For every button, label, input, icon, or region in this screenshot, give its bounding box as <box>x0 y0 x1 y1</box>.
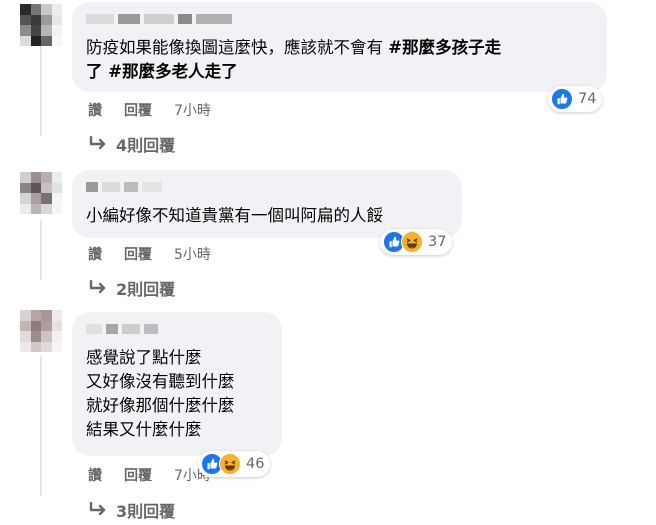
comment-bubble: 小編好像不知道貴黨有一個叫阿扁的人餒 <box>72 170 462 238</box>
reaction-count: 37 <box>428 234 447 250</box>
comment-actions: 讚 回覆 7小時 <box>88 100 211 120</box>
reply-arrow-icon <box>89 502 106 516</box>
timestamp[interactable]: 5小時 <box>174 244 211 264</box>
avatar[interactable] <box>20 4 62 46</box>
thread-line <box>40 46 42 136</box>
comment-text: 小編好像不知道貴黨有一個叫阿扁的人餒 <box>86 206 383 225</box>
reply-arrow-icon <box>89 280 106 294</box>
thread-line <box>40 356 42 496</box>
thread-line <box>40 220 42 280</box>
view-replies-link[interactable]: 3則回覆 <box>88 498 175 522</box>
avatar[interactable] <box>20 310 62 352</box>
reply-button[interactable]: 回覆 <box>124 244 152 264</box>
haha-icon <box>401 231 423 253</box>
comment-actions: 讚 回覆 7小時 <box>88 465 211 485</box>
comment-bubble: 防疫如果能像換圖這麼快，應該就不會有 #那麼多孩子走 了 #那麼多老人走了 <box>72 2 607 92</box>
reply-button[interactable]: 回覆 <box>124 465 152 485</box>
reaction-count: 46 <box>246 456 265 472</box>
replies-count-label: 2則回覆 <box>116 280 176 299</box>
author-name-redacted[interactable] <box>86 12 232 26</box>
haha-icon <box>219 453 241 475</box>
comment-text: 感覺說了點什麼 又好像沒有聽到什麼 就好像那個什麼什麼 結果又什麼什麼 <box>86 348 235 439</box>
like-button[interactable]: 讚 <box>88 100 102 120</box>
like-button[interactable]: 讚 <box>88 244 102 264</box>
reaction-count: 74 <box>578 91 597 107</box>
like-button[interactable]: 讚 <box>88 465 102 485</box>
reply-arrow-icon <box>89 136 106 150</box>
reaction-summary[interactable]: 74 <box>548 86 603 112</box>
like-icon <box>551 88 573 110</box>
view-replies-link[interactable]: 4則回覆 <box>88 132 175 156</box>
author-name-redacted[interactable] <box>86 180 162 194</box>
avatar[interactable] <box>20 172 62 214</box>
comment-text: 防疫如果能像換圖這麼快，應該就不會有 #那麼多孩子走 了 #那麼多老人走了 <box>86 38 502 81</box>
author-name-redacted[interactable] <box>86 322 158 336</box>
comment-actions: 讚 回覆 5小時 <box>88 244 211 264</box>
timestamp[interactable]: 7小時 <box>174 100 211 120</box>
replies-count-label: 4則回覆 <box>116 136 176 155</box>
reply-button[interactable]: 回覆 <box>124 100 152 120</box>
reaction-summary[interactable]: 37 <box>380 229 453 255</box>
replies-count-label: 3則回覆 <box>116 502 176 521</box>
comment-bubble: 感覺說了點什麼 又好像沒有聽到什麼 就好像那個什麼什麼 結果又什麼什麼 <box>72 312 282 456</box>
view-replies-link[interactable]: 2則回覆 <box>88 276 175 300</box>
reaction-summary[interactable]: 46 <box>198 451 271 477</box>
